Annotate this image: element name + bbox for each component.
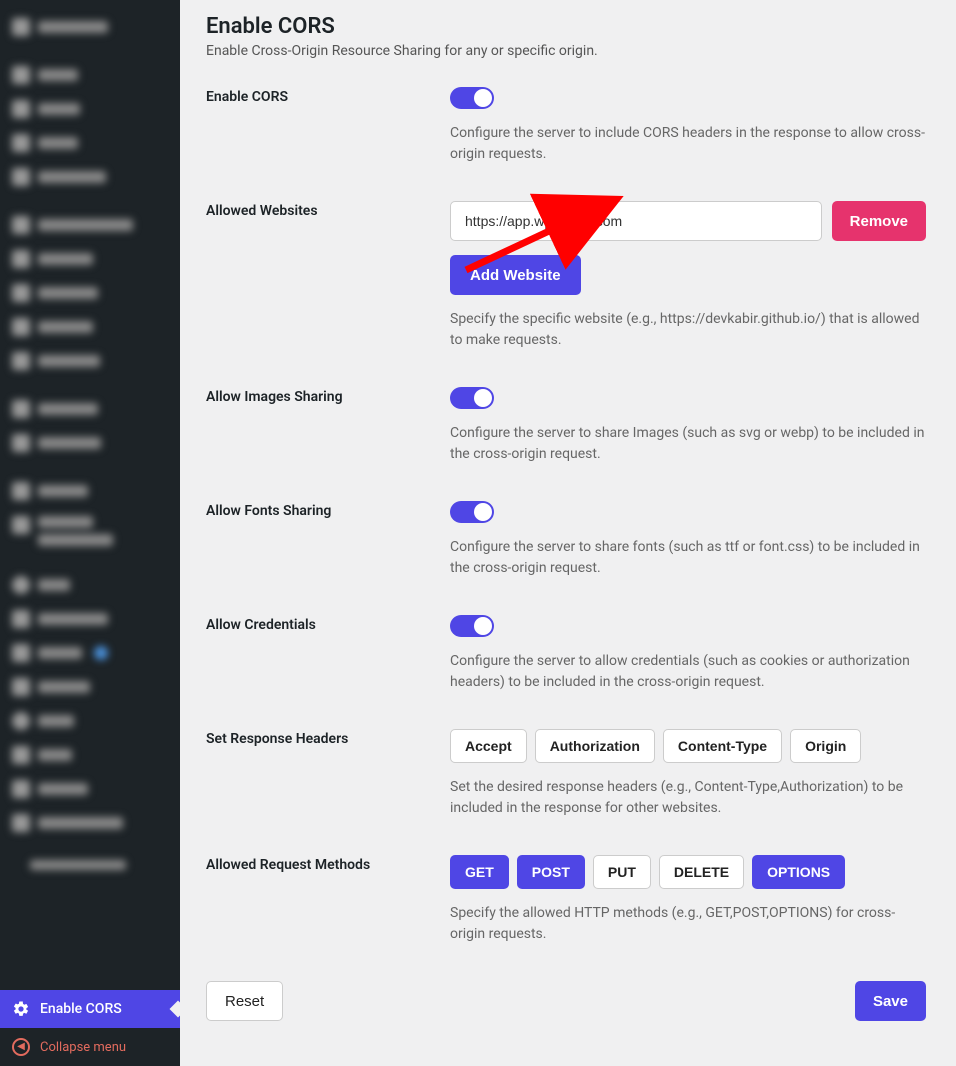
response-headers-label: Set Response Headers xyxy=(206,729,450,819)
allow-credentials-label: Allow Credentials xyxy=(206,615,450,693)
enable-cors-toggle[interactable] xyxy=(450,87,494,109)
add-website-button[interactable]: Add Website xyxy=(450,255,581,295)
response-header-chip-accept[interactable]: Accept xyxy=(450,729,527,763)
allow-credentials-help: Configure the server to allow credential… xyxy=(450,651,926,693)
page-title: Enable CORS xyxy=(206,14,926,39)
allow-fonts-toggle[interactable] xyxy=(450,501,494,523)
request-methods-help: Specify the allowed HTTP methods (e.g., … xyxy=(450,903,926,945)
allowed-websites-label: Allowed Websites xyxy=(206,201,450,351)
main-content: Enable CORS Enable Cross-Origin Resource… xyxy=(180,0,956,1066)
response-header-chip-origin[interactable]: Origin xyxy=(790,729,861,763)
response-header-chip-authorization[interactable]: Authorization xyxy=(535,729,655,763)
sidebar-item-label: Enable CORS xyxy=(40,1001,122,1017)
enable-cors-label: Enable CORS xyxy=(206,87,450,165)
response-header-chip-content-type[interactable]: Content-Type xyxy=(663,729,782,763)
allow-fonts-label: Allow Fonts Sharing xyxy=(206,501,450,579)
reset-button[interactable]: Reset xyxy=(206,981,283,1021)
page-subtitle: Enable Cross-Origin Resource Sharing for… xyxy=(206,43,926,59)
request-method-chip-post[interactable]: POST xyxy=(517,855,585,889)
request-method-chip-put[interactable]: PUT xyxy=(593,855,651,889)
request-methods-label: Allowed Request Methods xyxy=(206,855,450,945)
allowed-websites-help: Specify the specific website (e.g., http… xyxy=(450,309,926,351)
request-method-chip-delete[interactable]: DELETE xyxy=(659,855,744,889)
gear-icon xyxy=(12,1000,30,1018)
sidebar-blurred-items xyxy=(0,0,180,990)
collapse-icon: ◀ xyxy=(12,1038,30,1056)
remove-website-button[interactable]: Remove xyxy=(832,201,926,241)
request-method-chip-options[interactable]: OPTIONS xyxy=(752,855,845,889)
allow-images-label: Allow Images Sharing xyxy=(206,387,450,465)
sidebar-bottom: Enable CORS ◀ Collapse menu xyxy=(0,990,180,1066)
allowed-website-input[interactable] xyxy=(450,201,822,241)
enable-cors-help: Configure the server to include CORS hea… xyxy=(450,123,926,165)
request-method-chip-get[interactable]: GET xyxy=(450,855,509,889)
sidebar-collapse-menu[interactable]: ◀ Collapse menu xyxy=(0,1028,180,1066)
response-headers-help: Set the desired response headers (e.g., … xyxy=(450,777,926,819)
sidebar-item-enable-cors[interactable]: Enable CORS xyxy=(0,990,180,1028)
admin-sidebar: Enable CORS ◀ Collapse menu xyxy=(0,0,180,1066)
collapse-label: Collapse menu xyxy=(40,1040,126,1055)
allow-images-help: Configure the server to share Images (su… xyxy=(450,423,926,465)
allow-credentials-toggle[interactable] xyxy=(450,615,494,637)
allow-images-toggle[interactable] xyxy=(450,387,494,409)
save-button[interactable]: Save xyxy=(855,981,926,1021)
allow-fonts-help: Configure the server to share fonts (suc… xyxy=(450,537,926,579)
